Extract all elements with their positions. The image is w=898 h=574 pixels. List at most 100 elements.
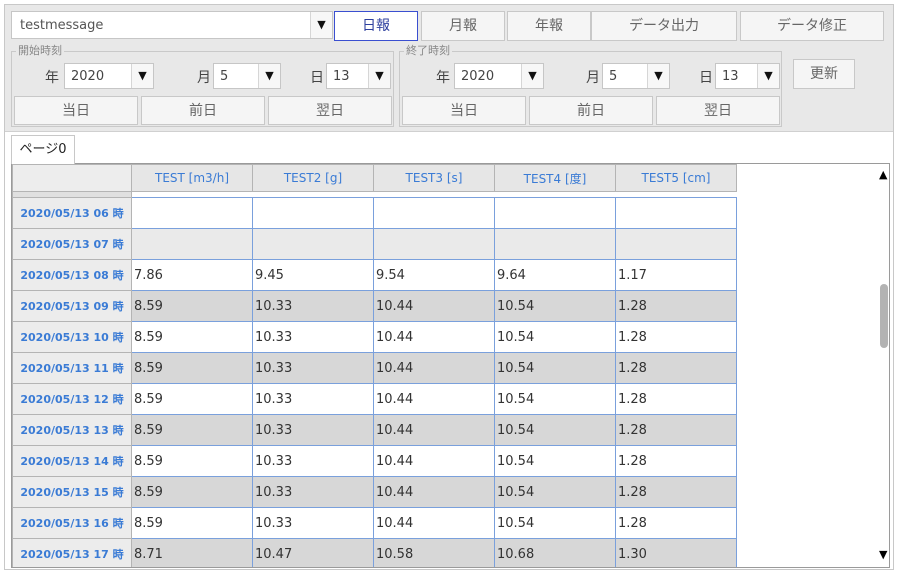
table-cell[interactable]: 1.28 bbox=[615, 445, 737, 477]
chevron-down-icon[interactable]: ▼ bbox=[368, 64, 390, 88]
chevron-down-icon[interactable]: ▼ bbox=[647, 64, 669, 88]
table-cell[interactable]: 8.59 bbox=[131, 321, 253, 353]
end-today-button[interactable]: 当日 bbox=[402, 96, 526, 125]
table-cell[interactable]: 10.44 bbox=[373, 352, 495, 384]
start-month-select[interactable]: 5 ▼ bbox=[213, 63, 281, 89]
table-cell[interactable]: 10.54 bbox=[494, 445, 616, 477]
table-cell[interactable]: 10.54 bbox=[494, 321, 616, 353]
table-cell[interactable]: 10.44 bbox=[373, 321, 495, 353]
yearly-report-button[interactable]: 年報 bbox=[507, 11, 591, 41]
end-year-select[interactable]: 2020 ▼ bbox=[454, 63, 544, 89]
table-cell[interactable]: 1.28 bbox=[615, 476, 737, 508]
monthly-report-button[interactable]: 月報 bbox=[421, 11, 505, 41]
table-row: 2020/05/13 06 時 bbox=[12, 197, 737, 229]
start-day-select[interactable]: 13 ▼ bbox=[326, 63, 391, 89]
table-cell[interactable] bbox=[494, 197, 616, 229]
table-cell[interactable]: 8.59 bbox=[131, 383, 253, 415]
table-cell[interactable]: 10.54 bbox=[494, 383, 616, 415]
message-select[interactable]: testmessage ▼ bbox=[11, 11, 333, 39]
table-cell[interactable]: 1.28 bbox=[615, 507, 737, 539]
column-header[interactable]: TEST5 [cm] bbox=[615, 164, 737, 192]
start-today-button[interactable]: 当日 bbox=[14, 96, 138, 125]
table-cell[interactable]: 9.45 bbox=[252, 259, 374, 291]
table-cell[interactable] bbox=[615, 228, 737, 260]
tab-page-0[interactable]: ページ0 bbox=[11, 135, 75, 164]
table-cell[interactable]: 10.44 bbox=[373, 445, 495, 477]
table-cell[interactable] bbox=[252, 228, 374, 260]
row-time-header: 2020/05/13 13 時 bbox=[12, 414, 132, 446]
start-next-day-button[interactable]: 翌日 bbox=[268, 96, 392, 125]
daily-report-button[interactable]: 日報 bbox=[334, 11, 418, 41]
table-cell[interactable]: 1.28 bbox=[615, 321, 737, 353]
table-cell[interactable]: 1.28 bbox=[615, 383, 737, 415]
table-cell[interactable]: 1.28 bbox=[615, 290, 737, 322]
data-edit-button[interactable]: データ修正 bbox=[740, 11, 884, 41]
table-cell[interactable]: 10.33 bbox=[252, 352, 374, 384]
table-cell[interactable]: 10.44 bbox=[373, 476, 495, 508]
table-cell[interactable]: 10.54 bbox=[494, 476, 616, 508]
data-export-button[interactable]: データ出力 bbox=[591, 11, 737, 41]
update-button[interactable]: 更新 bbox=[793, 59, 855, 89]
table-cell[interactable]: 10.54 bbox=[494, 414, 616, 446]
table-cell[interactable]: 10.44 bbox=[373, 507, 495, 539]
table-cell[interactable]: 10.33 bbox=[252, 414, 374, 446]
table-cell[interactable]: 10.33 bbox=[252, 445, 374, 477]
table-cell[interactable]: 7.86 bbox=[131, 259, 253, 291]
scroll-up-icon[interactable]: ▲ bbox=[879, 168, 887, 181]
scrollbar-thumb[interactable] bbox=[880, 284, 888, 348]
chevron-down-icon[interactable]: ▼ bbox=[131, 64, 153, 88]
table-cell[interactable] bbox=[373, 197, 495, 229]
table-cell[interactable] bbox=[615, 197, 737, 229]
table-cell[interactable]: 10.44 bbox=[373, 383, 495, 415]
table-cell[interactable] bbox=[373, 228, 495, 260]
end-day-select[interactable]: 13 ▼ bbox=[715, 63, 780, 89]
table-cell[interactable]: 10.68 bbox=[494, 538, 616, 567]
table-cell[interactable]: 1.28 bbox=[615, 352, 737, 384]
table-cell[interactable] bbox=[494, 228, 616, 260]
start-prev-day-button[interactable]: 前日 bbox=[141, 96, 265, 125]
table-cell[interactable]: 10.33 bbox=[252, 290, 374, 322]
table-cell[interactable]: 10.33 bbox=[252, 476, 374, 508]
column-header[interactable]: TEST4 [度] bbox=[494, 164, 616, 192]
start-year-select[interactable]: 2020 ▼ bbox=[64, 63, 154, 89]
column-header[interactable]: TEST [m3/h] bbox=[131, 164, 253, 192]
table-cell[interactable]: 10.33 bbox=[252, 321, 374, 353]
table-cell[interactable] bbox=[131, 228, 253, 260]
table-cell[interactable]: 8.71 bbox=[131, 538, 253, 567]
table-cell[interactable]: 8.59 bbox=[131, 414, 253, 446]
end-prev-day-button[interactable]: 前日 bbox=[529, 96, 653, 125]
chevron-down-icon[interactable]: ▼ bbox=[258, 64, 280, 88]
table-cell[interactable]: 8.59 bbox=[131, 507, 253, 539]
table-cell[interactable] bbox=[131, 197, 253, 229]
table-cell[interactable]: 8.59 bbox=[131, 476, 253, 508]
table-row: 2020/05/13 16 時 8.59 10.33 10.44 10.54 1.28 bbox=[12, 507, 737, 539]
chevron-down-icon[interactable]: ▼ bbox=[521, 64, 543, 88]
scroll-down-icon[interactable]: ▼ bbox=[879, 548, 887, 561]
end-month-select[interactable]: 5 ▼ bbox=[602, 63, 670, 89]
table-cell[interactable]: 1.17 bbox=[615, 259, 737, 291]
column-header[interactable]: TEST2 [g] bbox=[252, 164, 374, 192]
end-next-day-button[interactable]: 翌日 bbox=[656, 96, 780, 125]
table-cell[interactable]: 8.59 bbox=[131, 352, 253, 384]
table-cell[interactable]: 10.47 bbox=[252, 538, 374, 567]
table-cell[interactable]: 9.54 bbox=[373, 259, 495, 291]
table-cell[interactable]: 10.33 bbox=[252, 507, 374, 539]
vertical-scrollbar[interactable]: ▲ ▼ bbox=[878, 164, 889, 567]
table-cell[interactable]: 1.28 bbox=[615, 414, 737, 446]
column-header[interactable]: TEST3 [s] bbox=[373, 164, 495, 192]
table-cell[interactable]: 9.64 bbox=[494, 259, 616, 291]
table-cell[interactable]: 10.58 bbox=[373, 538, 495, 567]
table-cell[interactable]: 10.54 bbox=[494, 290, 616, 322]
table-cell[interactable]: 10.44 bbox=[373, 414, 495, 446]
table-cell[interactable]: 10.54 bbox=[494, 507, 616, 539]
table-cell[interactable]: 10.54 bbox=[494, 352, 616, 384]
table-cell[interactable]: 8.59 bbox=[131, 290, 253, 322]
table-cell[interactable]: 10.33 bbox=[252, 383, 374, 415]
table-cell[interactable]: 10.44 bbox=[373, 290, 495, 322]
table-cell[interactable]: 1.30 bbox=[615, 538, 737, 567]
table-cell[interactable] bbox=[252, 197, 374, 229]
chevron-down-icon[interactable]: ▼ bbox=[310, 12, 332, 38]
app-window: testmessage ▼ 日報 月報 年報 データ出力 データ修正 開始時刻 … bbox=[4, 4, 894, 570]
chevron-down-icon[interactable]: ▼ bbox=[757, 64, 779, 88]
table-cell[interactable]: 8.59 bbox=[131, 445, 253, 477]
